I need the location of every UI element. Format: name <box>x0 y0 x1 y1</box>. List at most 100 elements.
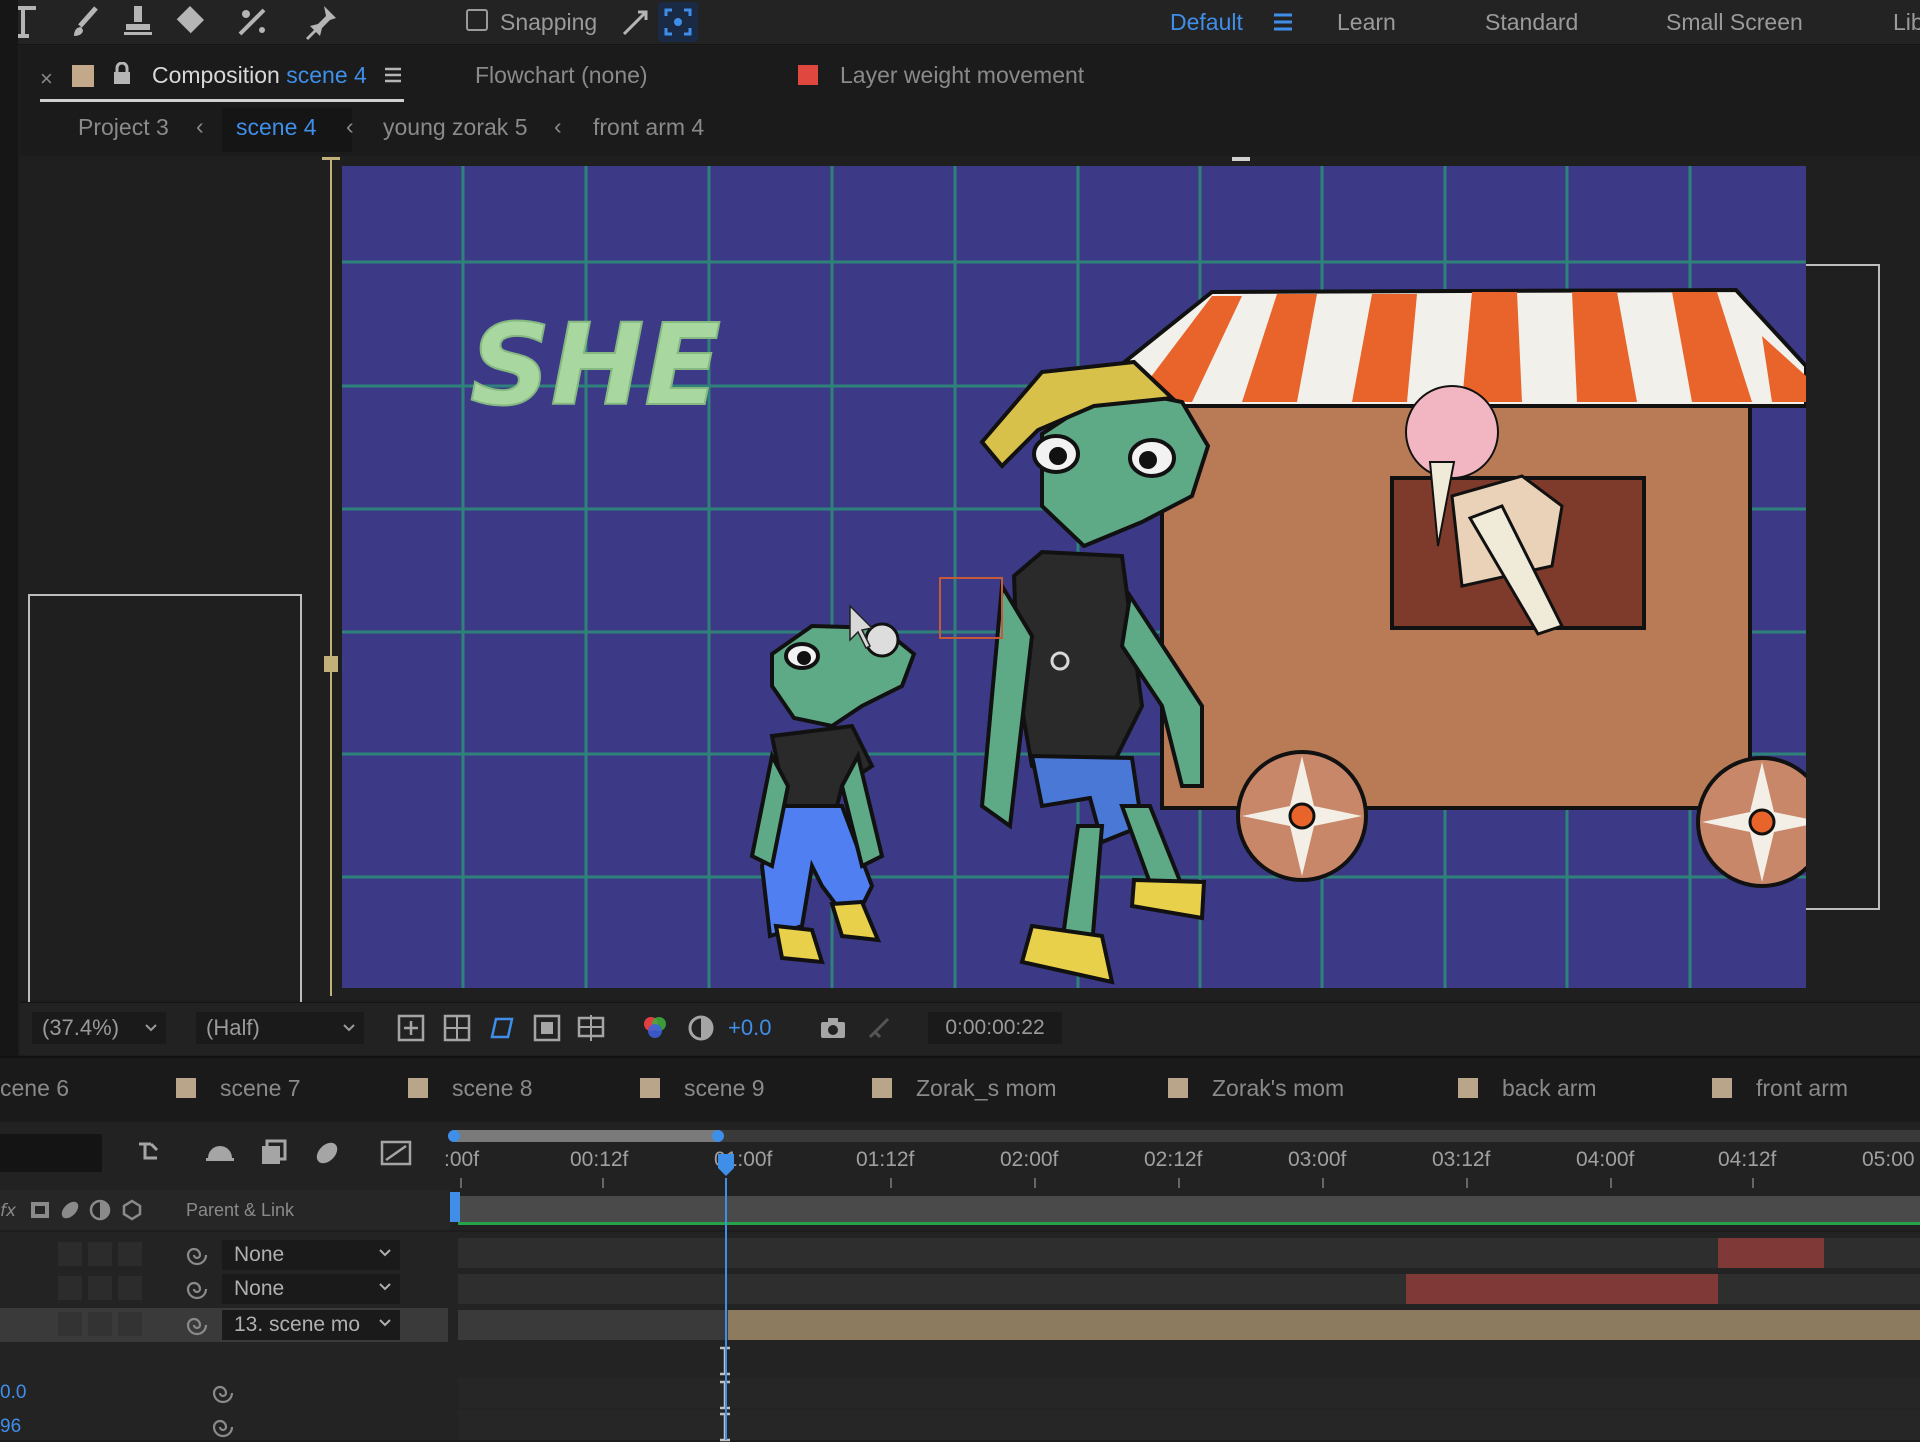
snapping-features-icon[interactable] <box>658 2 698 42</box>
timeline-tab-scene-9[interactable]: scene 9 <box>684 1075 765 1102</box>
timeline-tab-zorak-s-mom[interactable]: Zorak_s mom <box>916 1075 1057 1102</box>
layer-panel-tab[interactable]: Layer weight movement <box>840 62 1084 89</box>
shy-layers-icon[interactable] <box>204 1138 236 1168</box>
puppet-pin-tool-icon[interactable] <box>300 2 340 42</box>
workspace-learn[interactable]: Learn <box>1337 9 1396 36</box>
pick-whip-icon[interactable] <box>210 1414 236 1440</box>
timeline-tab-scene-6[interactable]: cene 6 <box>0 1075 69 1102</box>
guide-handle[interactable] <box>324 656 338 672</box>
chevron-down-icon <box>145 1024 157 1032</box>
current-time-indicator[interactable] <box>716 1152 736 1178</box>
pasteboard-layer-outline <box>28 594 302 1004</box>
layer-switch[interactable] <box>118 1276 142 1300</box>
layer-duration-bar[interactable] <box>728 1310 1920 1340</box>
timeline-tab-back-arm[interactable]: back arm <box>1502 1075 1597 1102</box>
pick-whip-icon[interactable] <box>210 1380 236 1406</box>
magnification-dropdown[interactable]: (37.4%) <box>32 1012 166 1044</box>
ruler-tick <box>1322 1178 1324 1188</box>
crumb-young-zorak-5[interactable]: young zorak 5 <box>383 114 527 141</box>
region-of-interest-icon[interactable] <box>532 1013 562 1043</box>
layer-switch[interactable] <box>88 1276 112 1300</box>
crumb-scene-4[interactable]: scene 4 <box>236 114 317 141</box>
current-time-display[interactable]: 0:00:00:22 <box>928 1012 1062 1044</box>
clone-stamp-tool-icon[interactable] <box>118 2 158 42</box>
channels-icon[interactable] <box>640 1013 670 1043</box>
timeline-tab-scene-7[interactable]: scene 7 <box>220 1075 301 1102</box>
layer-duration-bar[interactable] <box>1718 1238 1824 1268</box>
crumb-project-3[interactable]: Project 3 <box>78 114 169 141</box>
timeline-search-input[interactable] <box>0 1134 102 1172</box>
close-tab-button[interactable]: × <box>40 66 53 92</box>
frame-blend-switch-icon[interactable] <box>28 1198 52 1222</box>
layer-switch[interactable] <box>118 1242 142 1266</box>
exposure-value[interactable]: +0.0 <box>728 1015 771 1041</box>
pick-whip-icon[interactable] <box>184 1242 210 1268</box>
pick-whip-icon[interactable] <box>184 1312 210 1338</box>
property-value[interactable]: 0.0 <box>0 1382 26 1404</box>
svg-text:fx: fx <box>0 1201 17 1221</box>
parent-dropdown[interactable]: None <box>222 1274 400 1304</box>
workspace-small-screen[interactable]: Small Screen <box>1666 9 1803 36</box>
layer-switch[interactable] <box>88 1242 112 1266</box>
ruler-label: 01:12f <box>856 1148 915 1171</box>
reset-exposure-icon[interactable] <box>686 1013 716 1043</box>
layer-duration-bar[interactable] <box>1406 1274 1718 1304</box>
time-navigator-range[interactable] <box>454 1130 718 1142</box>
grid-guides-icon[interactable] <box>576 1013 606 1043</box>
roto-brush-tool-icon[interactable] <box>234 2 274 42</box>
vertical-guide[interactable] <box>330 160 332 996</box>
layer-switch[interactable] <box>58 1242 82 1266</box>
property-track <box>458 1410 1920 1440</box>
timeline-tab-scene-8[interactable]: scene 8 <box>452 1075 533 1102</box>
lock-icon[interactable] <box>112 62 132 86</box>
parent-dropdown[interactable]: None <box>222 1240 400 1270</box>
timeline-tab-front-arm[interactable]: front arm <box>1756 1075 1848 1102</box>
crumb-front-arm-4[interactable]: front arm 4 <box>593 114 704 141</box>
eraser-tool-icon[interactable] <box>168 2 208 42</box>
transparency-grid-icon[interactable] <box>442 1013 472 1043</box>
snapping-checkbox[interactable] <box>466 9 488 31</box>
workspace-standard[interactable]: Standard <box>1485 9 1578 36</box>
fx-switch-icon[interactable]: fx <box>0 1198 24 1222</box>
snapshot-camera-icon[interactable] <box>818 1013 848 1043</box>
parent-dropdown[interactable]: 13. scene mo <box>222 1310 400 1340</box>
crumb-chevron-icon: ‹ <box>554 113 562 139</box>
composition-flowchart-icon[interactable] <box>136 1138 166 1168</box>
fast-previews-icon[interactable] <box>396 1013 426 1043</box>
frame-blending-icon[interactable] <box>258 1138 288 1168</box>
snapping-edges-icon[interactable] <box>616 2 656 42</box>
graph-editor-icon[interactable] <box>380 1138 412 1168</box>
timeline-tab-zoraks-mom[interactable]: Zorak's mom <box>1212 1075 1344 1102</box>
layer-switch[interactable] <box>118 1312 142 1336</box>
work-area-bar[interactable] <box>458 1196 1920 1222</box>
ruler-tick <box>1466 1178 1468 1188</box>
property-value[interactable]: 96 <box>0 1416 21 1438</box>
motion-blur-switch-icon[interactable] <box>58 1198 82 1222</box>
adjustment-layer-switch-icon[interactable] <box>88 1198 112 1222</box>
ruler-label: 03:12f <box>1432 1148 1491 1171</box>
navigator-end-handle[interactable] <box>712 1130 724 1142</box>
show-snapshot-icon[interactable] <box>864 1013 894 1043</box>
magnification-value: (37.4%) <box>42 1015 120 1040</box>
panel-menu-icon[interactable] <box>384 66 402 84</box>
pick-whip-icon[interactable] <box>184 1276 210 1302</box>
snapping-label: Snapping <box>500 9 598 35</box>
layer-switch[interactable] <box>58 1312 82 1336</box>
motion-blur-icon[interactable] <box>312 1138 342 1168</box>
workspace-default[interactable]: Default <box>1170 9 1243 36</box>
workspace-libraries[interactable]: Lib <box>1893 9 1920 36</box>
resolution-dropdown[interactable]: (Half) <box>196 1012 364 1044</box>
layer-switch[interactable] <box>58 1276 82 1300</box>
3d-layer-switch-icon[interactable] <box>120 1198 144 1222</box>
flowchart-tab[interactable]: Flowchart (none) <box>475 62 648 89</box>
mask-visibility-icon[interactable] <box>486 1013 516 1043</box>
left-panel-edge <box>0 0 18 1060</box>
navigator-start-handle[interactable] <box>448 1130 460 1142</box>
work-area-start-handle[interactable] <box>450 1192 460 1222</box>
current-time-indicator-line[interactable] <box>725 1178 727 1440</box>
workspace-menu-icon[interactable] <box>1272 11 1294 33</box>
composition-tab[interactable]: Composition scene 4 <box>152 62 367 89</box>
layer-switch[interactable] <box>88 1312 112 1336</box>
brush-tool-icon[interactable] <box>66 2 106 42</box>
composition-canvas[interactable]: SHE <box>342 166 1806 988</box>
